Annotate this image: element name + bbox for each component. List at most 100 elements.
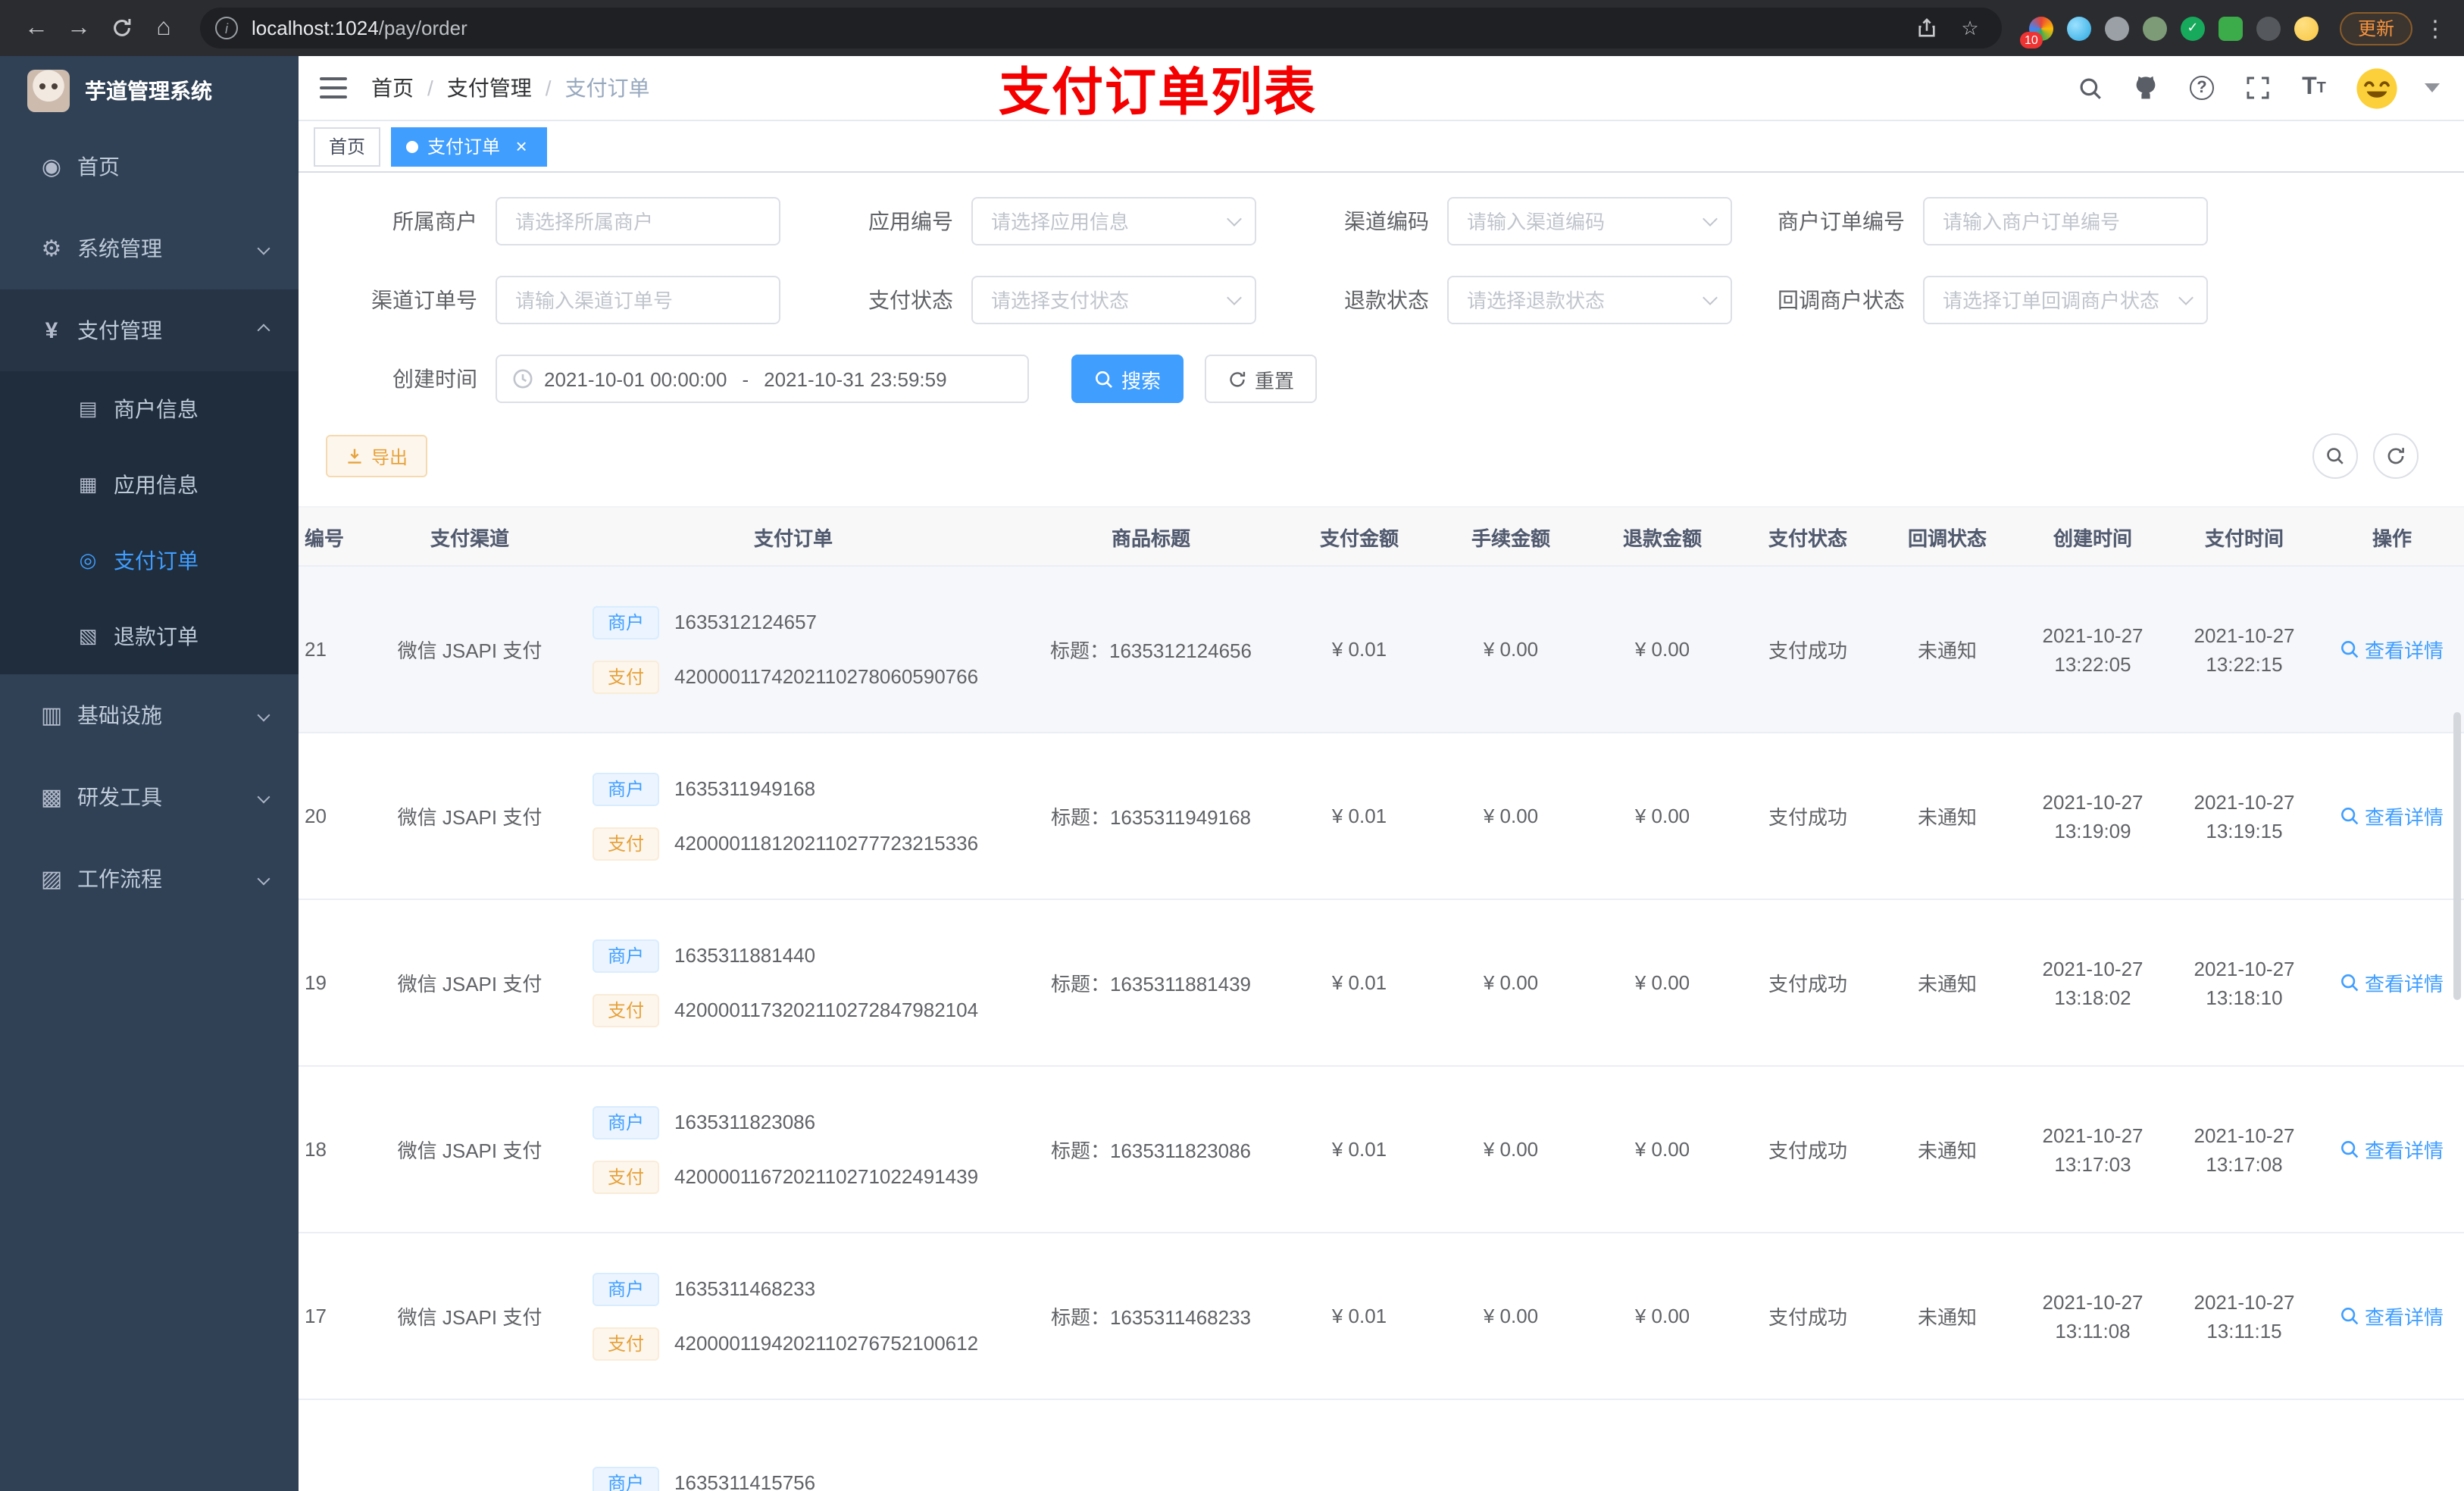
- extensions-tray: 10 ✓: [2019, 16, 2319, 48]
- breadcrumb-payment[interactable]: 支付管理: [447, 73, 532, 103]
- breadcrumb-separator: /: [427, 76, 433, 100]
- reset-button[interactable]: 重置: [1205, 355, 1318, 403]
- filter-input-field[interactable]: [1923, 276, 2208, 324]
- sidebar-item-refund-order[interactable]: ▧ 退款订单: [0, 599, 299, 674]
- tab-pay-order[interactable]: 支付订单 ×: [391, 127, 548, 166]
- close-icon[interactable]: ×: [511, 136, 532, 157]
- scrollbar-thumb[interactable]: [2453, 712, 2461, 1000]
- filter-input-field[interactable]: [496, 276, 780, 324]
- chevron-down-icon: [257, 872, 270, 886]
- ext-icon-pin[interactable]: [2256, 16, 2281, 40]
- filter-input[interactable]: [496, 197, 780, 245]
- help-icon[interactable]: ?: [2187, 73, 2217, 103]
- chevron-down-icon: [257, 790, 270, 804]
- chevron-up-icon: [257, 324, 270, 337]
- avatar[interactable]: [2355, 66, 2399, 110]
- app-logo[interactable]: 芋道管理系统: [0, 56, 299, 126]
- ext-icon-olive[interactable]: [2142, 16, 2167, 40]
- sidebar-item-system[interactable]: ⚙ 系统管理: [0, 208, 299, 289]
- filter-select[interactable]: [971, 276, 1256, 324]
- filter-input-field[interactable]: [1447, 276, 1732, 324]
- cell-notify: 未通知: [1917, 639, 1977, 662]
- refresh-button[interactable]: [2373, 433, 2419, 479]
- sidebar-item-home[interactable]: ◉ 首页: [0, 126, 299, 208]
- sidebar-menu: ◉ 首页 ⚙ 系统管理 ¥ 支付管理 ▤ 商户信息 ▦ 应用信息 ◎ 支付订单 …: [0, 126, 299, 920]
- breadcrumb-home[interactable]: 首页: [371, 73, 414, 103]
- sidebar-item-devtools[interactable]: ▩ 研发工具: [0, 756, 299, 838]
- hamburger-icon[interactable]: [320, 77, 347, 98]
- view-detail-link[interactable]: 查看详情: [2340, 1302, 2444, 1330]
- cell-order: 商户 1635311881440 支付 42000011732021102728479…: [568, 900, 1018, 1065]
- filter-input-field[interactable]: [1447, 197, 1732, 245]
- filter-input-field[interactable]: [1923, 197, 2208, 245]
- sidebar-item-infra[interactable]: ▥ 基础设施: [0, 674, 299, 756]
- ext-icon-blue[interactable]: [2066, 16, 2091, 40]
- ext-icon-colorful[interactable]: 10: [2019, 16, 2053, 48]
- pay-order-no: 4200001174202110278060590766: [674, 665, 979, 688]
- chevron-down-icon[interactable]: [2425, 83, 2440, 92]
- magnifier-icon: [2340, 639, 2360, 659]
- cell-refund: ¥ 0.00: [1634, 1138, 1690, 1161]
- view-detail-link[interactable]: 查看详情: [2340, 802, 2444, 830]
- browser-menu-icon[interactable]: ⋮: [2422, 7, 2449, 49]
- sidebar-item-app-info[interactable]: ▦ 应用信息: [0, 447, 299, 523]
- table-row: 19 微信 JSAPI 支付 商户 1635311881440 支付 4200001173…: [299, 900, 2464, 1067]
- ext-icon-green-check[interactable]: ✓: [2180, 16, 2205, 40]
- date-range-input[interactable]: 2021-10-01 00:00:00 - 2021-10-31 23:59:5…: [496, 355, 1029, 403]
- sidebar-item-merchant-info[interactable]: ▤ 商户信息: [0, 371, 299, 447]
- sidebar-item-workflow[interactable]: ▨ 工作流程: [0, 838, 299, 920]
- address-bar[interactable]: i localhost:1024/pay/order ☆: [200, 8, 2002, 48]
- filter-input-field[interactable]: [971, 276, 1256, 324]
- filter-label: 应用编号: [868, 209, 953, 233]
- filter-input[interactable]: [496, 276, 780, 324]
- column-header: 支付时间: [2204, 527, 2284, 549]
- filter-input-field[interactable]: [971, 197, 1256, 245]
- cell-amount: ¥ 0.01: [1331, 805, 1387, 827]
- cell-notify: [1878, 1400, 2017, 1491]
- sidebar-item-label: 系统管理: [77, 236, 162, 261]
- bookmark-star-icon[interactable]: ☆: [1953, 11, 1987, 45]
- fullscreen-icon[interactable]: [2243, 73, 2273, 103]
- filter-select[interactable]: [1923, 276, 2208, 324]
- cell-action: [2320, 1400, 2464, 1491]
- search-button[interactable]: 搜索: [1071, 355, 1184, 403]
- cell-order: 商户 1635311415756: [568, 1400, 1018, 1491]
- table-row: 18 微信 JSAPI 支付 商户 1635311823086 支付 4200001167…: [299, 1067, 2464, 1233]
- breadcrumb-separator: /: [545, 76, 552, 100]
- site-info-icon[interactable]: i: [215, 17, 238, 39]
- sidebar-item-pay-order[interactable]: ◎ 支付订单: [0, 523, 299, 599]
- filter-select[interactable]: [971, 197, 1256, 245]
- ext-icon-grey[interactable]: [2104, 16, 2129, 40]
- search-icon[interactable]: [2075, 73, 2105, 103]
- filter-input-field[interactable]: [496, 197, 780, 245]
- github-icon[interactable]: [2131, 73, 2161, 103]
- clock-icon: [512, 368, 533, 389]
- forward-button[interactable]: →: [58, 7, 100, 49]
- tab-home[interactable]: 首页: [314, 127, 381, 166]
- search-toggle-button[interactable]: [2312, 433, 2358, 479]
- ext-icon-emoji[interactable]: [2294, 16, 2319, 40]
- column-header: 操作: [2372, 527, 2412, 549]
- sidebar-item-payment[interactable]: ¥ 支付管理: [0, 289, 299, 371]
- table-body: 21 微信 JSAPI 支付 商户 1635312124657 支付 4200001174…: [299, 567, 2464, 1491]
- tools-icon: ▩: [40, 785, 63, 811]
- cell-order: 商户 1635312124657 支付 42000011742021102780605…: [568, 567, 1018, 732]
- view-detail-link[interactable]: 查看详情: [2340, 1135, 2444, 1164]
- filter-field-date: 创建时间 2021-10-01 00:00:00 - 2021-10-31 23…: [326, 355, 1029, 403]
- view-detail-link[interactable]: 查看详情: [2340, 635, 2444, 664]
- home-button[interactable]: ⌂: [142, 7, 185, 49]
- filter-select[interactable]: [1447, 276, 1732, 324]
- merchant-order-no: 1635311881440: [674, 944, 816, 967]
- back-button[interactable]: ←: [15, 7, 58, 49]
- reload-button[interactable]: [100, 7, 142, 49]
- update-button[interactable]: 更新: [2339, 11, 2412, 45]
- share-icon[interactable]: [1911, 11, 1944, 45]
- cell-fee: ¥ 0.00: [1483, 971, 1539, 994]
- export-button[interactable]: 导出: [326, 435, 428, 477]
- font-size-icon[interactable]: TT: [2299, 73, 2329, 103]
- ext-icon-chat[interactable]: [2218, 16, 2243, 40]
- view-detail-link[interactable]: 查看详情: [2340, 968, 2444, 997]
- filter-select[interactable]: [1447, 197, 1732, 245]
- workflow-icon: ▨: [40, 867, 63, 892]
- filter-input[interactable]: [1923, 197, 2208, 245]
